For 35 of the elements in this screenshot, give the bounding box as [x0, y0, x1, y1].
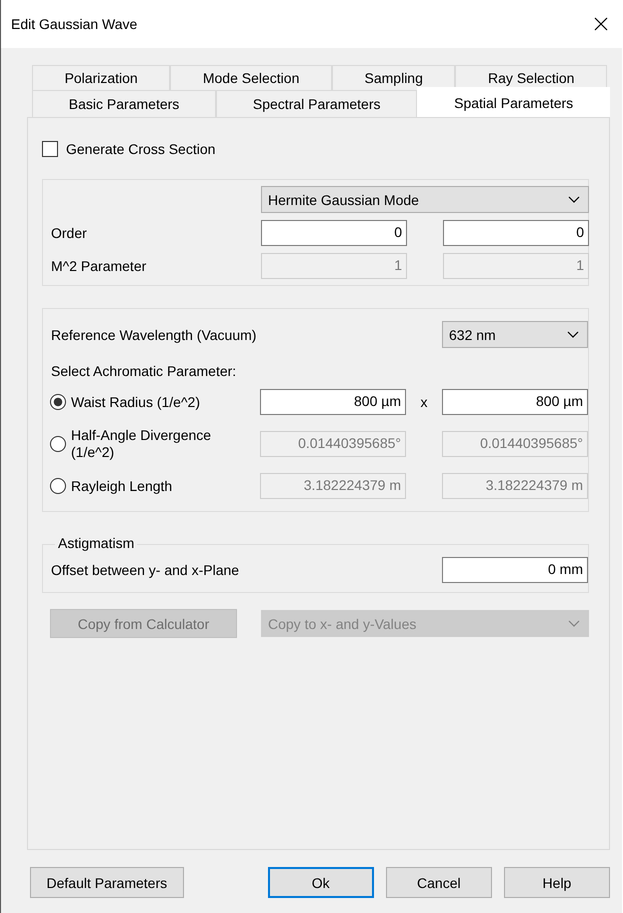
- close-icon[interactable]: [594, 17, 608, 31]
- input-field[interactable]: 0 mm: [442, 557, 588, 583]
- dropdown[interactable]: Hermite Gaussian Mode: [261, 186, 589, 213]
- input-field[interactable]: 0: [443, 220, 589, 246]
- dialog-button[interactable]: Help: [504, 867, 610, 898]
- input-field[interactable]: 0: [261, 220, 407, 246]
- dropdown[interactable]: 632 nm: [442, 321, 588, 348]
- checkbox-label: Generate Cross Section: [66, 141, 216, 157]
- field-label: Offset between y- and x-Plane: [51, 562, 240, 578]
- chevron-down-icon: [567, 331, 579, 338]
- radio-button[interactable]: [50, 394, 66, 410]
- separator-label: x: [420, 394, 428, 410]
- tab[interactable]: Spectral Parameters: [216, 90, 418, 117]
- tab[interactable]: Sampling: [332, 65, 456, 90]
- input-field[interactable]: 800 µm: [442, 389, 588, 415]
- tab[interactable]: Basic Parameters: [32, 90, 216, 117]
- radio-label: Waist Radius (1/e^2): [71, 394, 200, 410]
- dialog-button[interactable]: Cancel: [386, 867, 492, 898]
- radio-label: Half-Angle Divergence (1/e^2): [71, 427, 212, 461]
- checkbox[interactable]: [42, 141, 58, 157]
- field-label: Reference Wavelength (Vacuum): [51, 326, 258, 342]
- tab[interactable]: Mode Selection: [170, 65, 332, 90]
- radio-label: Rayleigh Length: [71, 478, 172, 494]
- group-title: Astigmatism: [55, 535, 138, 551]
- dialog-button[interactable]: Default Parameters: [30, 867, 184, 898]
- chevron-down-icon: [568, 196, 580, 203]
- tab[interactable]: Polarization: [32, 65, 170, 90]
- window-title: Edit Gaussian Wave: [11, 16, 138, 32]
- dialog-button[interactable]: Ok: [268, 867, 374, 898]
- section-label: Select Achromatic Parameter:: [51, 363, 238, 379]
- field-label: Order: [51, 225, 88, 241]
- chevron-down-icon: [568, 620, 580, 627]
- input-field[interactable]: 800 µm: [260, 389, 406, 415]
- tab[interactable]: Spatial Parameters: [417, 87, 610, 117]
- field-label: M^2 Parameter: [51, 258, 148, 274]
